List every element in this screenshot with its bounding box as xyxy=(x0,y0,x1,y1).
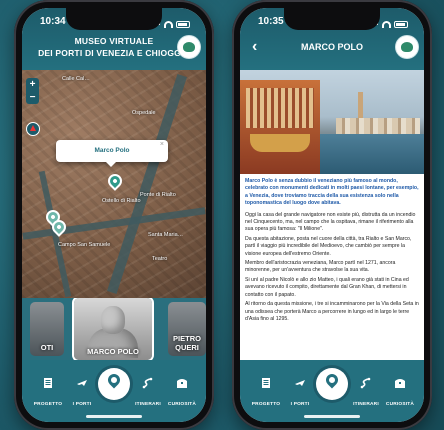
tab-label: I PORTI xyxy=(290,402,310,407)
plane-icon xyxy=(295,380,305,386)
notch xyxy=(284,8,380,30)
poi-carousel[interactable]: OTI MARCO POLO PIETRO QUERI xyxy=(22,298,206,360)
tab-label: CURIOSITÀ xyxy=(385,402,415,407)
status-time: 10:35 xyxy=(258,16,284,27)
tab-label: PROGETTO xyxy=(33,402,63,407)
map-label: Calle Cal… xyxy=(62,76,90,82)
tab-label: I PORTI xyxy=(72,402,92,407)
map-label: Ostello di Rialto xyxy=(102,198,141,204)
museum-logo[interactable] xyxy=(396,36,418,58)
screen: 10:35 ‹ MARCO POLO Marco Polo è senza du… xyxy=(240,8,424,422)
map-center-button[interactable] xyxy=(316,368,348,400)
carousel-card-label: MARCO POLO xyxy=(87,347,139,356)
article-paragraph: Da questa abitazione, posta nel cuore de… xyxy=(245,235,412,257)
hero-painting-image xyxy=(240,70,424,174)
carousel-card-label: PIETRO QUERI xyxy=(173,334,201,352)
lagoon-water xyxy=(320,134,424,174)
screen: 10:34 MUSEO VIRTUALE DEI PORTI DI VENEZI… xyxy=(22,8,206,422)
route-icon xyxy=(360,377,371,389)
phone-detail-screen: 10:35 ‹ MARCO POLO Marco Polo è senza du… xyxy=(232,0,432,430)
tab-label: ITINERARI xyxy=(135,402,161,407)
article-paragraph: Oggi la casa del grande navigatore non e… xyxy=(245,211,416,233)
zoom-control: + − xyxy=(26,78,39,104)
carousel-card-prev[interactable]: OTI xyxy=(30,302,64,356)
article-paragraph: Si unì al padre Nicolò e allo zio Matteo… xyxy=(245,276,409,298)
wifi-icon xyxy=(164,21,173,28)
map-label: Ospedale xyxy=(132,110,156,116)
location-pin-icon xyxy=(323,371,341,389)
bottom-tab-bar: PROGETTO I PORTI ITINERARI CURIOSITÀ xyxy=(22,360,206,422)
wifi-icon xyxy=(382,21,391,28)
route-icon xyxy=(142,377,153,389)
map-label: Santa Maria… xyxy=(148,232,184,238)
map-label: Campo San Samuele xyxy=(58,242,111,248)
article-lead: Marco Polo è senza dubbio il veneziano p… xyxy=(245,178,419,207)
tab-label: PROGETTO xyxy=(251,402,281,407)
painting-boat xyxy=(250,134,310,152)
plane-icon xyxy=(77,380,87,386)
article-paragraph: Al ritorno da questa missione, i tre si … xyxy=(245,301,419,322)
tab-progetto[interactable]: PROGETTO xyxy=(32,377,64,410)
tab-label: CURIOSITÀ xyxy=(167,402,197,407)
tab-progetto[interactable]: PROGETTO xyxy=(250,377,282,410)
bell-tower xyxy=(358,92,363,120)
map-label: Teatro xyxy=(152,256,168,262)
zoom-out-button[interactable]: − xyxy=(26,91,39,104)
document-icon xyxy=(262,378,270,388)
home-indicator xyxy=(86,415,142,418)
article-paragraph: Membro dell'aristocrazia veneziana, Marc… xyxy=(245,260,396,274)
carousel-card-next[interactable]: PIETRO QUERI xyxy=(168,302,206,356)
popup-close-button[interactable]: × xyxy=(160,141,164,148)
tab-itinerari[interactable]: ITINERARI xyxy=(350,377,382,410)
location-pin-icon xyxy=(105,371,123,389)
article-body[interactable]: Marco Polo è senza dubbio il veneziano p… xyxy=(240,178,424,360)
map-center-button[interactable] xyxy=(98,368,130,400)
carousel-card-label: OTI xyxy=(40,343,54,352)
notch xyxy=(66,8,162,30)
treasure-chest-icon xyxy=(177,379,187,388)
map-label: Ponte di Rialto xyxy=(140,192,176,198)
tab-porti[interactable]: I PORTI xyxy=(284,377,316,410)
city-map[interactable]: Calle Cal… Campo San Samuele Ospedale Po… xyxy=(22,70,206,298)
tab-porti[interactable]: I PORTI xyxy=(66,377,98,410)
status-time: 10:34 xyxy=(40,16,66,27)
museum-logo[interactable] xyxy=(178,36,200,58)
home-indicator xyxy=(304,415,360,418)
tab-curiosita[interactable]: CURIOSITÀ xyxy=(384,377,416,410)
tab-label: ITINERARI xyxy=(353,402,379,407)
map-pin-marco-polo[interactable] xyxy=(105,171,125,191)
carousel-card-current[interactable]: MARCO POLO xyxy=(74,298,152,360)
tab-curiosita[interactable]: CURIOSITÀ xyxy=(166,377,198,410)
compass-icon[interactable] xyxy=(26,122,40,136)
bottom-tab-bar: PROGETTO I PORTI ITINERARI CURIOSITÀ xyxy=(240,360,424,422)
document-icon xyxy=(44,378,52,388)
map-popup[interactable]: Marco Polo × xyxy=(56,140,168,167)
zoom-in-button[interactable]: + xyxy=(26,78,39,91)
popup-title[interactable]: Marco Polo xyxy=(56,147,168,154)
city-skyline xyxy=(336,118,420,134)
painting-palace xyxy=(240,80,320,174)
statue-head xyxy=(101,306,125,334)
battery-icon xyxy=(394,21,408,28)
phone-map-screen: 10:34 MUSEO VIRTUALE DEI PORTI DI VENEZI… xyxy=(14,0,214,430)
treasure-chest-icon xyxy=(395,379,405,388)
tab-itinerari[interactable]: ITINERARI xyxy=(132,377,164,410)
battery-icon xyxy=(176,21,190,28)
